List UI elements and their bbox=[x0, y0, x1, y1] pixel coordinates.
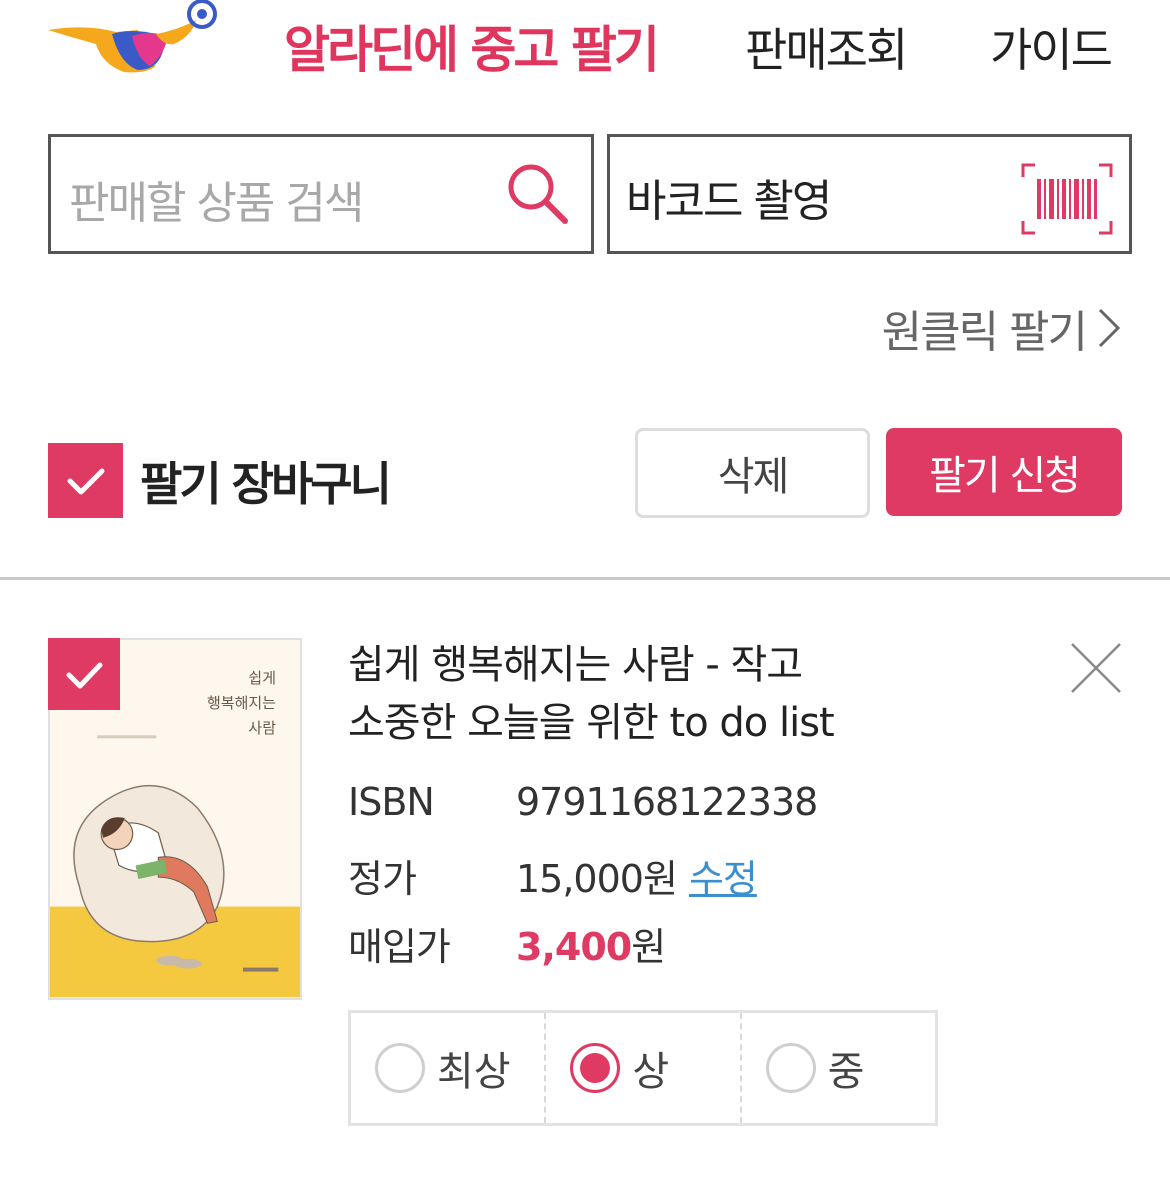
condition-selector: 최상 상 중 bbox=[348, 1010, 938, 1126]
item-checkbox[interactable] bbox=[48, 638, 120, 710]
search-box[interactable]: 판매할 상품 검색 bbox=[48, 134, 594, 254]
sell-request-button[interactable]: 팔기 신청 bbox=[886, 428, 1122, 516]
cover-title-line: 쉽게 bbox=[248, 669, 276, 687]
cover-title-line: 행복해지는 bbox=[206, 694, 276, 712]
isbn-label: ISBN bbox=[348, 780, 435, 824]
list-price-label: 정가 bbox=[348, 857, 417, 901]
cart-title: 팔기 장바구니 bbox=[140, 457, 392, 511]
search-icon[interactable] bbox=[505, 161, 571, 227]
edit-price-link[interactable]: 수정 bbox=[689, 857, 758, 901]
oneclick-sell-label: 원클릭 팔기 bbox=[881, 307, 1088, 358]
barcode-scan-label: 바코드 촬영 bbox=[626, 176, 832, 227]
buy-price-value: 3,400 bbox=[516, 925, 632, 969]
barcode-scan-box[interactable]: 바코드 촬영 bbox=[607, 134, 1132, 254]
oneclick-sell-link[interactable]: 원클릭 팔기 bbox=[882, 296, 1122, 360]
list-price-value: 15,000원 bbox=[516, 857, 678, 901]
check-icon bbox=[66, 662, 103, 689]
condition-option-fair[interactable]: 중 bbox=[739, 1013, 935, 1123]
radio-button-selected[interactable] bbox=[570, 1043, 621, 1093]
barcode-icon[interactable] bbox=[1021, 163, 1113, 235]
aladin-lamp-logo[interactable] bbox=[46, 0, 226, 80]
buy-price-unit: 원 bbox=[631, 925, 666, 969]
isbn-value: 9791168122338 bbox=[516, 780, 818, 824]
condition-label: 중 bbox=[827, 1049, 865, 1095]
chevron-right-icon bbox=[1098, 308, 1121, 348]
condition-option-best[interactable]: 최상 bbox=[351, 1013, 544, 1123]
condition-label: 최상 bbox=[437, 1049, 511, 1095]
remove-item-close-icon[interactable] bbox=[1068, 640, 1124, 696]
buy-price-row: 3,400원 bbox=[516, 916, 666, 971]
condition-label: 상 bbox=[632, 1049, 670, 1095]
nav-sales-inquiry[interactable]: 판매조회 bbox=[745, 14, 908, 80]
cover-title-line: 사람 bbox=[248, 719, 276, 737]
item-title-line: 쉽게 행복해지는 사람 - 작고 bbox=[348, 642, 803, 688]
select-all-checkbox[interactable] bbox=[48, 443, 123, 518]
search-input[interactable]: 판매할 상품 검색 bbox=[69, 167, 364, 231]
page-title: 알라딘에 중고 팔기 bbox=[284, 21, 660, 79]
buy-price-label: 매입가 bbox=[348, 925, 451, 969]
divider bbox=[0, 577, 1170, 580]
item-title[interactable]: 쉽게 행복해지는 사람 - 작고 소중한 오늘을 위한 to do list bbox=[348, 636, 948, 752]
radio-button[interactable] bbox=[375, 1043, 425, 1093]
radio-button[interactable] bbox=[765, 1043, 816, 1093]
condition-option-good[interactable]: 상 bbox=[544, 1013, 739, 1123]
list-price-row: 15,000원 수정 bbox=[516, 848, 758, 903]
nav-guide[interactable]: 가이드 bbox=[990, 14, 1113, 80]
delete-button[interactable]: 삭제 bbox=[635, 428, 870, 518]
item-title-line: 소중한 오늘을 위한 to do list bbox=[348, 700, 835, 746]
check-icon bbox=[67, 468, 105, 495]
